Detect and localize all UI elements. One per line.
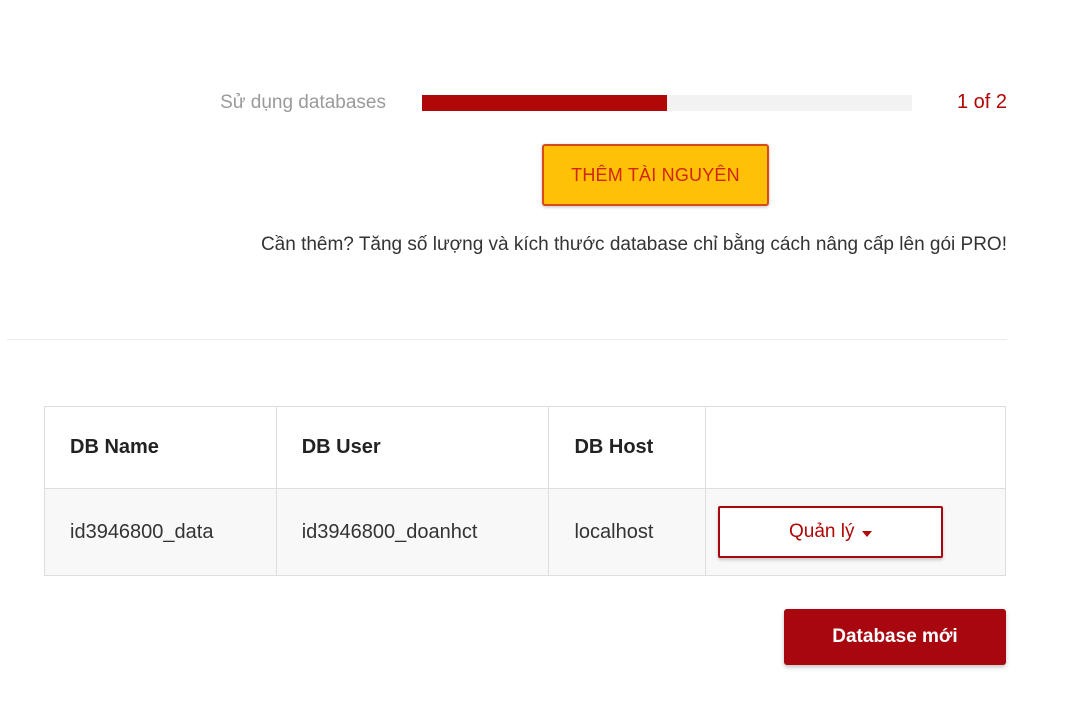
header-db-user: DB User xyxy=(275,406,550,489)
header-db-name: DB Name xyxy=(44,406,277,489)
usage-label: Sử dụng databases xyxy=(220,92,386,113)
cell-db-user: id3946800_doanhct xyxy=(275,488,550,576)
usage-count: 1 of 2 xyxy=(956,91,1007,113)
header-actions xyxy=(705,406,1006,489)
header-db-host: DB Host xyxy=(548,406,707,489)
cell-db-name: id3946800_data xyxy=(44,488,277,576)
upgrade-note: Cần thêm? Tăng số lượng và kích thước da… xyxy=(260,234,1007,255)
usage-progress-fill xyxy=(422,95,667,111)
table-row: id3946800_data id3946800_doanhct localho… xyxy=(44,488,1006,576)
table-header-row: DB Name DB User DB Host xyxy=(44,406,1006,489)
cell-db-host: localhost xyxy=(548,488,707,576)
add-resource-button[interactable]: THÊM TÀI NGUYÊN xyxy=(542,144,769,206)
caret-down-icon xyxy=(862,530,873,537)
usage-progress-bar xyxy=(422,95,912,111)
database-usage: Sử dụng databases 1 of 2 xyxy=(0,84,1007,122)
cell-actions: Quản lý xyxy=(705,488,1006,576)
new-database-button[interactable]: Database mới xyxy=(784,609,1006,665)
section-divider xyxy=(7,339,1007,340)
manage-button-label: Quản lý xyxy=(788,521,855,542)
database-table: DB Name DB User DB Host id3946800_data i… xyxy=(44,406,1006,576)
manage-dropdown-button[interactable]: Quản lý xyxy=(718,506,944,558)
